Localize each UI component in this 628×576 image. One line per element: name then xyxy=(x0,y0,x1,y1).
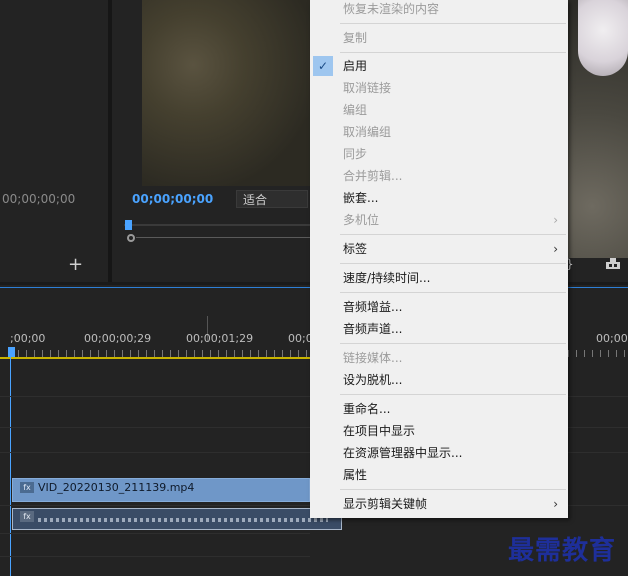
track-divider xyxy=(568,505,628,506)
menu-item-label: 设为脱机... xyxy=(343,373,403,387)
source-timecode[interactable]: 00;00;00;00 xyxy=(2,192,75,206)
menu-item-link-media[interactable]: 链接媒体... xyxy=(310,347,568,369)
menu-item-label: 取消链接 xyxy=(343,81,392,95)
menu-separator xyxy=(340,394,566,395)
menu-item-label: 同步 xyxy=(343,147,368,161)
menu-item-label: 速度/持续时间... xyxy=(343,271,431,285)
export-frame-icon[interactable] xyxy=(604,256,622,270)
menu-item-synchronize[interactable]: 同步 xyxy=(310,143,568,165)
menu-item-label: 在项目中显示 xyxy=(343,424,416,438)
menu-item-label: 链接媒体... xyxy=(343,351,403,365)
track-divider xyxy=(568,427,628,428)
menu-separator xyxy=(340,343,566,344)
menu-item-label: 音频增益... xyxy=(343,300,403,314)
menu-item-label: 编组 xyxy=(343,103,368,117)
menu-item-merge-clips[interactable]: 合并剪辑... xyxy=(310,165,568,187)
add-button[interactable]: + xyxy=(68,256,83,274)
menu-item-label: 复制 xyxy=(343,31,368,45)
menu-item-label: 标签 xyxy=(343,242,368,256)
program-video-frame xyxy=(142,0,312,186)
source-monitor-panel xyxy=(0,0,108,282)
menu-item-make-offline[interactable]: 设为脱机... xyxy=(310,369,568,391)
menu-item-speed-duration[interactable]: 速度/持续时间... xyxy=(310,267,568,289)
menu-item-enable[interactable]: ✓ 启用 xyxy=(310,55,568,77)
menu-item-rename[interactable]: 重命名... xyxy=(310,398,568,420)
program-scrub-bar[interactable] xyxy=(136,237,310,238)
track-divider xyxy=(568,452,628,453)
ruler-label: 00;00;00;29 xyxy=(84,332,152,345)
menu-item-label-submenu[interactable]: 标签 › xyxy=(310,238,568,260)
program-video-highlight xyxy=(578,0,628,76)
menu-item-label: 在资源管理器中显示... xyxy=(343,446,463,460)
timeline-ruler[interactable] xyxy=(10,350,310,357)
menu-item-label: 恢复未渲染的内容 xyxy=(343,2,440,16)
timeline-playhead-line xyxy=(10,357,11,576)
submenu-arrow-icon: › xyxy=(553,497,558,511)
menu-item-label: 嵌套... xyxy=(343,191,379,205)
track-divider xyxy=(0,427,310,428)
track-divider xyxy=(568,396,628,397)
program-timecode[interactable]: 00;00;00;00 xyxy=(132,192,213,206)
menu-item-label: 取消编组 xyxy=(343,125,392,139)
program-playhead-handle-icon[interactable] xyxy=(127,234,135,242)
track-divider xyxy=(0,396,310,397)
fit-dropdown[interactable]: 适合 xyxy=(236,190,308,208)
ruler-label: ;00;00 xyxy=(10,332,46,345)
watermark-logo: 最需教育 xyxy=(508,536,617,566)
checkmark-icon: ✓ xyxy=(313,56,333,76)
menu-item-restore-unrendered[interactable]: 恢复未渲染的内容 xyxy=(310,0,568,20)
menu-item-multi-camera[interactable]: 多机位 › xyxy=(310,209,568,231)
timeline-playhead[interactable] xyxy=(8,347,15,357)
fx-badge-icon: fx xyxy=(20,511,34,522)
menu-item-ungroup[interactable]: 取消编组 xyxy=(310,121,568,143)
context-menu: 恢复未渲染的内容 复制 ✓ 启用 取消链接 编组 取消编组 同步 合并剪辑...… xyxy=(310,0,568,518)
menu-item-label: 属性 xyxy=(343,468,368,482)
menu-item-properties[interactable]: 属性 xyxy=(310,464,568,486)
menu-item-nest[interactable]: 嵌套... xyxy=(310,187,568,209)
menu-item-show-clip-keyframes[interactable]: 显示剪辑关键帧 › xyxy=(310,493,568,515)
timeline-ruler-right[interactable] xyxy=(568,350,628,357)
program-playhead[interactable] xyxy=(125,220,132,230)
menu-item-audio-gain[interactable]: 音频增益... xyxy=(310,296,568,318)
track-divider xyxy=(0,556,310,557)
track-divider xyxy=(0,452,310,453)
menu-separator xyxy=(340,23,566,24)
menu-item-label: 显示剪辑关键帧 xyxy=(343,497,428,511)
menu-separator xyxy=(340,234,566,235)
track-divider xyxy=(0,533,310,534)
menu-item-unlink[interactable]: 取消链接 xyxy=(310,77,568,99)
menu-item-reveal-in-explorer[interactable]: 在资源管理器中显示... xyxy=(310,442,568,464)
ruler-label: 00;0 xyxy=(288,332,313,345)
ruler-label: 00;00;01;29 xyxy=(186,332,254,345)
ruler-label: 00;00 xyxy=(596,332,628,345)
menu-item-label: 多机位 xyxy=(343,213,380,227)
submenu-arrow-icon: › xyxy=(553,213,558,227)
menu-item-label: 音频声道... xyxy=(343,322,403,336)
submenu-arrow-icon: › xyxy=(553,242,558,256)
menu-item-label: 启用 xyxy=(343,59,368,73)
program-time-ruler[interactable] xyxy=(124,224,310,226)
menu-separator xyxy=(340,292,566,293)
menu-item-audio-channels[interactable]: 音频声道... xyxy=(310,318,568,340)
work-area-bar[interactable] xyxy=(0,357,310,359)
menu-item-copy[interactable]: 复制 xyxy=(310,27,568,49)
video-clip-name: VID_20220130_211139.mp4 xyxy=(38,481,195,494)
menu-separator xyxy=(340,52,566,53)
menu-item-label: 重命名... xyxy=(343,402,391,416)
track-divider xyxy=(0,505,310,506)
menu-item-group[interactable]: 编组 xyxy=(310,99,568,121)
audio-waveform xyxy=(38,518,328,522)
menu-item-label: 合并剪辑... xyxy=(343,169,403,183)
menu-separator xyxy=(340,489,566,490)
menu-item-reveal-in-project[interactable]: 在项目中显示 xyxy=(310,420,568,442)
fx-badge-icon: fx xyxy=(20,482,34,493)
menu-separator xyxy=(340,263,566,264)
